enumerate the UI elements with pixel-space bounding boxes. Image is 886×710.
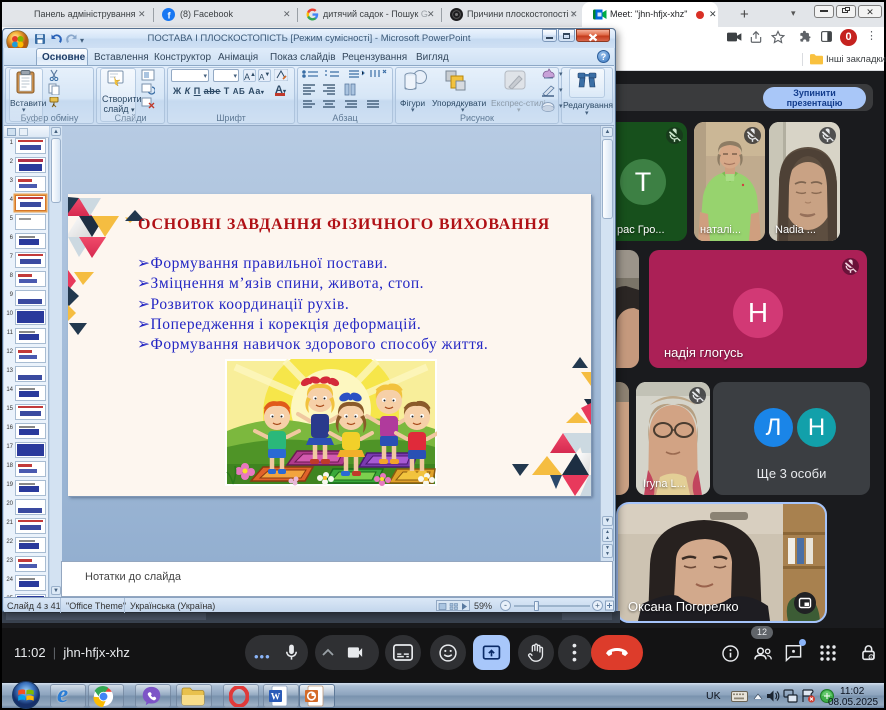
svg-text:a: a bbox=[870, 656, 872, 660]
svg-text:W: W bbox=[271, 693, 281, 703]
